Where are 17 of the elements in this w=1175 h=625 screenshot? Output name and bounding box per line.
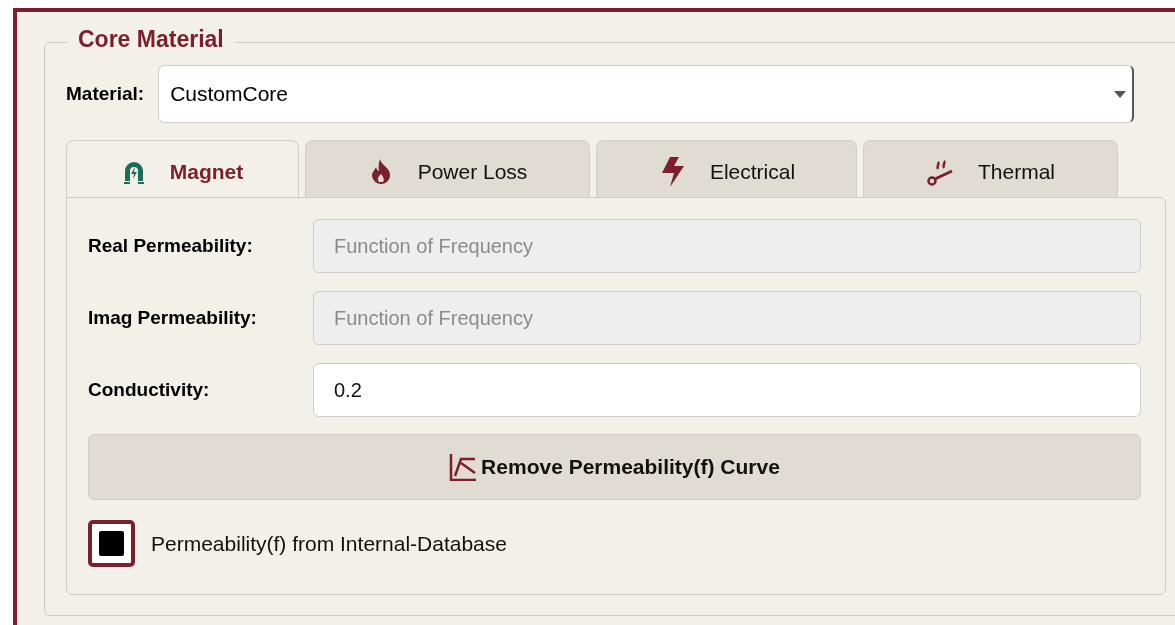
- tab[interactable]: Electrical: [596, 140, 857, 197]
- material-dropdown[interactable]: CustomCore: [158, 65, 1135, 123]
- remove-curve-button[interactable]: Remove Permeability(f) Curve: [88, 434, 1141, 500]
- caret-icon: [1114, 91, 1127, 98]
- checkbox-label[interactable]: Permeability(f) from Internal-Database: [151, 531, 507, 556]
- field-label: Real Permeability:: [88, 235, 254, 257]
- input-field[interactable]: 0.2: [313, 363, 1141, 417]
- field-label: Material:: [66, 83, 145, 105]
- tab[interactable]: Magnet: [66, 140, 299, 197]
- chart-curve-icon: [449, 453, 478, 481]
- tab[interactable]: Power Loss: [305, 140, 590, 197]
- field-label: Imag Permeability:: [88, 307, 258, 329]
- thermal-icon: [926, 158, 954, 186]
- checkbox[interactable]: [88, 520, 135, 567]
- field-label: Conductivity:: [88, 379, 211, 401]
- magnet-icon: [121, 159, 146, 185]
- tab[interactable]: Thermal: [863, 140, 1118, 197]
